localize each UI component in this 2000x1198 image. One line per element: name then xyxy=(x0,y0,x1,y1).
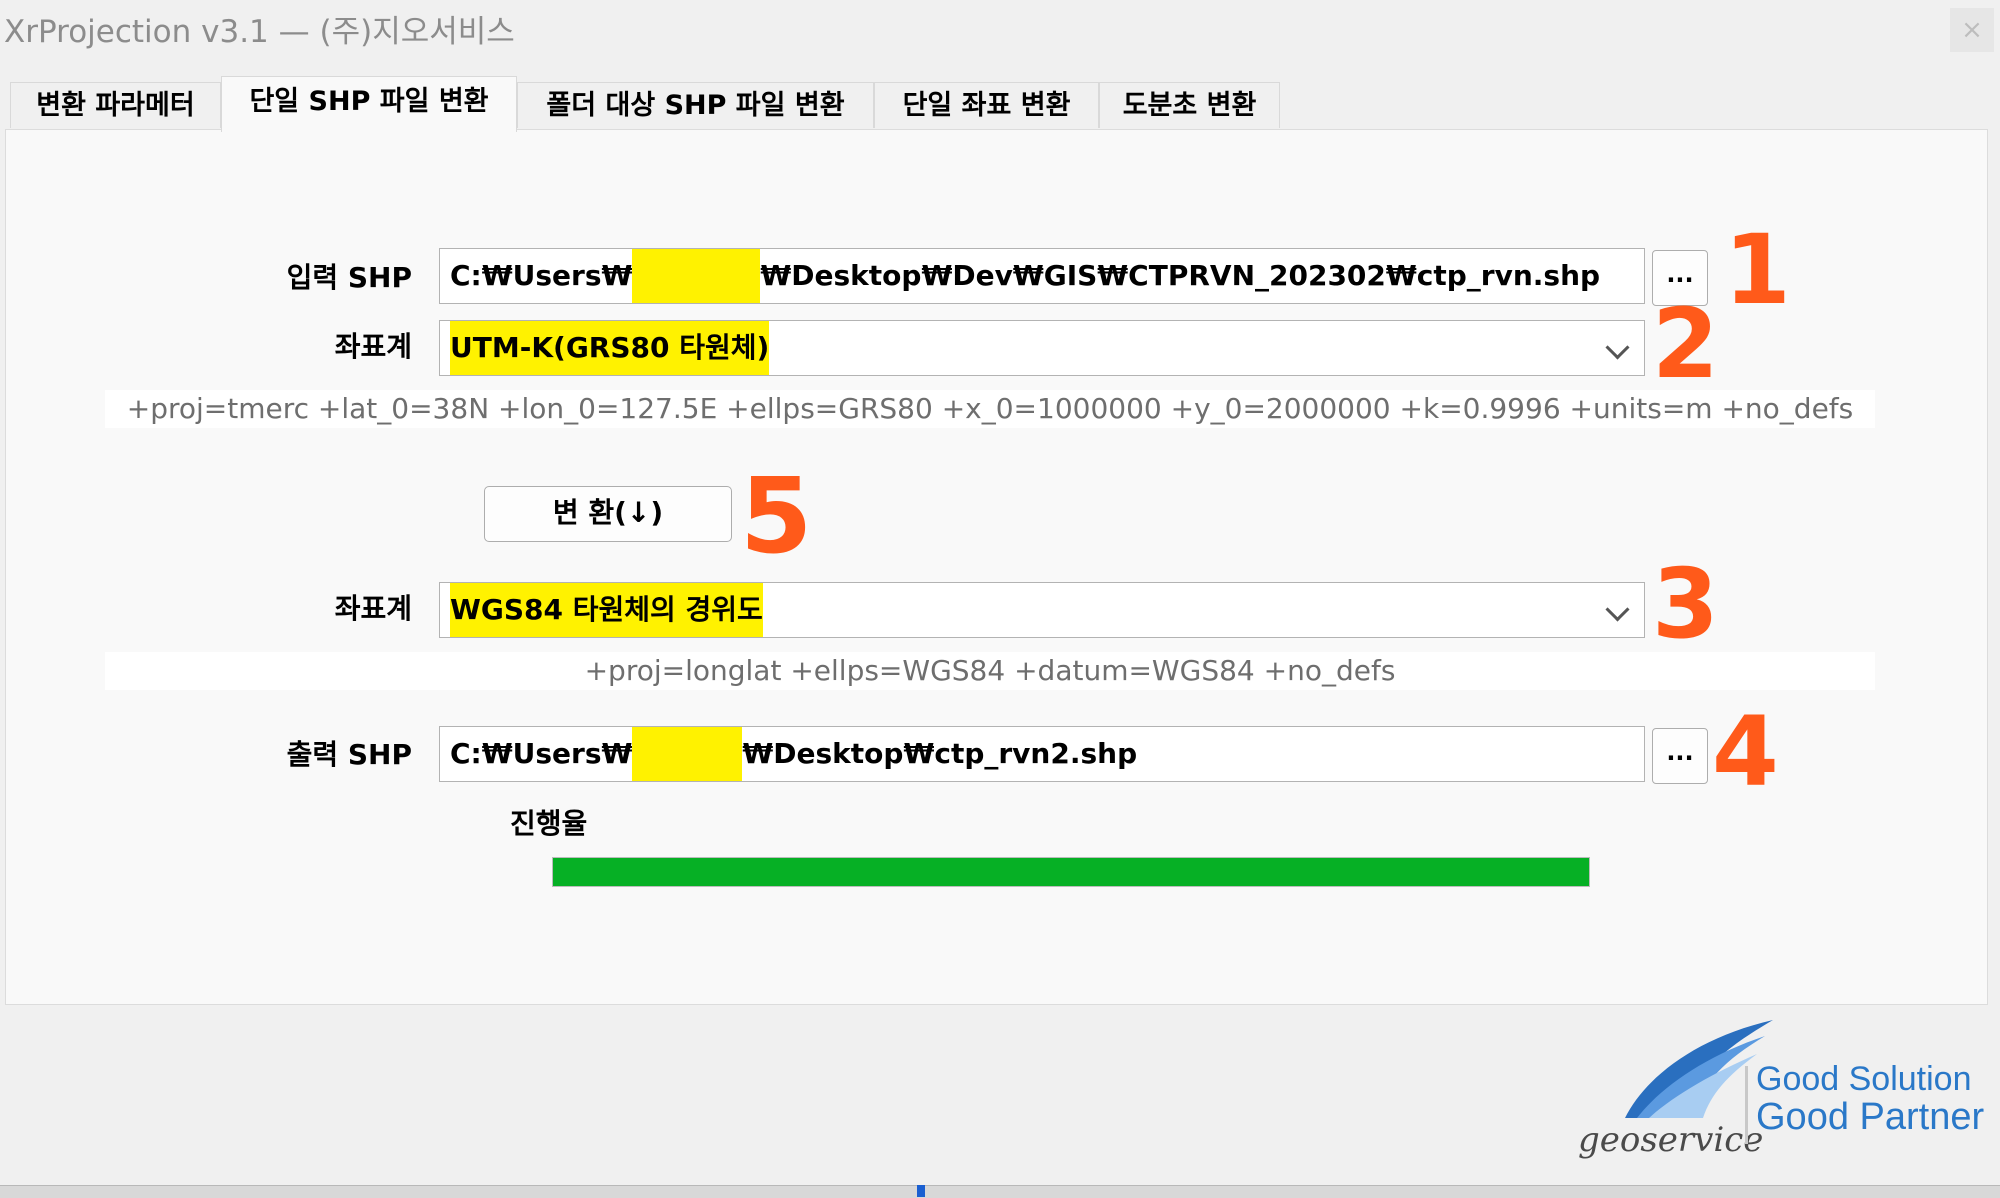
logo-slogan-line2: Good Partner xyxy=(1756,1096,1985,1138)
logo-slogan-line1: Good Solution xyxy=(1756,1060,1972,1098)
window-title: XrProjection v3.1 — (주)지오서비스 xyxy=(4,14,515,50)
progress-label: 진행율 xyxy=(510,807,588,840)
source-proj4-string: +proj=tmerc +lat_0=38N +lon_0=127.5E +el… xyxy=(105,390,1875,428)
output-shp-path-prefix: C:₩Users₩ xyxy=(450,737,633,770)
annotation-3: 3 xyxy=(1652,548,1719,660)
target-crs-select[interactable]: WGS84 타원체의 경위도 xyxy=(439,582,1645,638)
redaction-mark xyxy=(632,727,743,781)
input-shp-path-suffix: ₩Desktop₩Dev₩GIS₩CTPRVN_202302₩ctp_rvn.s… xyxy=(760,259,1601,292)
target-proj4-string: +proj=longlat +ellps=WGS84 +datum=WGS84 … xyxy=(105,652,1875,690)
close-button[interactable]: × xyxy=(1950,8,1994,52)
progress-fill xyxy=(553,858,1589,886)
annotation-5: 5 xyxy=(740,455,813,577)
convert-button[interactable]: 변 환(↓) xyxy=(484,486,732,542)
output-shp-label: 출력 SHP xyxy=(286,738,412,771)
tab-dms-conversion[interactable]: 도분초 변환 xyxy=(1099,82,1280,128)
annotation-4: 4 xyxy=(1712,696,1779,808)
input-shp-field[interactable]: C:₩Users₩ ₩Desktop₩Dev₩GIS₩CTPRVN_202302… xyxy=(439,248,1645,304)
logo-brand: geoservice xyxy=(1578,1120,1764,1160)
progress-bar xyxy=(552,857,1590,887)
tab-conversion-parameters[interactable]: 변환 파라메터 xyxy=(10,82,221,128)
tab-single-shp-conversion[interactable]: 단일 SHP 파일 변환 xyxy=(221,76,517,132)
tab-folder-shp-conversion[interactable]: 폴더 대상 SHP 파일 변환 xyxy=(517,82,874,128)
status-strip xyxy=(0,1185,2000,1198)
logo-divider xyxy=(1745,1066,1748,1144)
chevron-down-icon xyxy=(1605,597,1630,622)
chevron-down-icon xyxy=(1605,335,1630,360)
output-browse-button[interactable]: ... xyxy=(1652,728,1708,784)
wing-logo-icon xyxy=(1625,1020,1773,1118)
source-crs-select[interactable]: UTM-K(GRS80 타원체) xyxy=(439,320,1645,376)
tab-single-coordinate-conversion[interactable]: 단일 좌표 변환 xyxy=(874,82,1099,128)
annotation-1: 1 xyxy=(1724,214,1791,326)
output-shp-path-suffix: ₩Desktop₩ctp_rvn2.shp xyxy=(742,737,1138,770)
input-shp-path-prefix: C:₩Users₩ xyxy=(450,259,633,292)
source-crs-selected: UTM-K(GRS80 타원체) xyxy=(450,321,770,375)
output-shp-field[interactable]: C:₩Users₩ ₩Desktop₩ctp_rvn2.shp xyxy=(439,726,1645,782)
source-crs-label: 좌표계 xyxy=(334,330,412,363)
scroll-indicator xyxy=(917,1185,925,1197)
redaction-mark xyxy=(632,249,761,303)
annotation-2: 2 xyxy=(1652,288,1719,400)
target-crs-label: 좌표계 xyxy=(334,592,412,625)
input-shp-label: 입력 SHP xyxy=(286,261,412,294)
target-crs-selected: WGS84 타원체의 경위도 xyxy=(450,583,763,637)
